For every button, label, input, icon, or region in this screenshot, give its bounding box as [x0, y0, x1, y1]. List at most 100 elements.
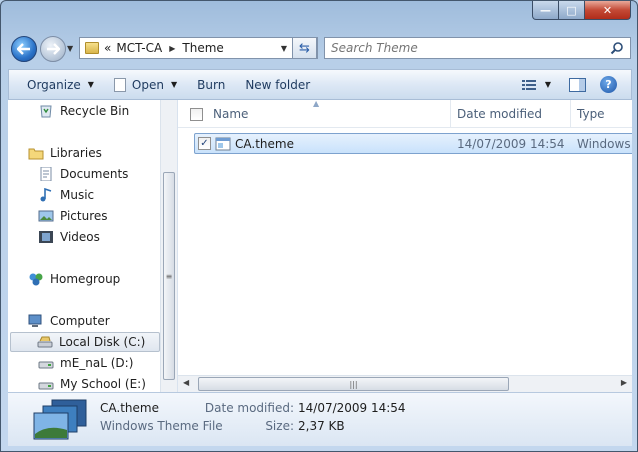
- forward-button[interactable]: [40, 36, 66, 62]
- column-label: Date modified: [457, 107, 543, 121]
- help-icon[interactable]: ?: [600, 76, 617, 93]
- details-size-label: Size:: [265, 419, 294, 433]
- documents-icon: [40, 167, 52, 181]
- nav-item-music[interactable]: Music: [38, 185, 177, 205]
- breadcrumb-segment[interactable]: MCT-CA: [116, 41, 162, 55]
- videos-icon: [39, 231, 53, 243]
- open-label: Open: [131, 77, 164, 92]
- back-button[interactable]: [11, 36, 37, 62]
- homegroup-icon: [29, 273, 43, 286]
- file-date-modified: 14/07/2009 14:54: [457, 136, 565, 151]
- details-file-name: CA.theme: [100, 401, 159, 415]
- breadcrumb-segment[interactable]: Theme: [182, 41, 223, 55]
- nav-label: Recycle Bin: [60, 104, 130, 118]
- file-list: ▲ Name Date modified Type ✓ CA.theme 14/…: [178, 100, 632, 392]
- caption-buttons: — □ ✕: [532, 1, 631, 20]
- refresh-button[interactable]: ⇆: [292, 37, 317, 59]
- minimize-button[interactable]: —: [532, 1, 559, 20]
- refresh-icon: ⇆: [299, 40, 310, 56]
- nav-label: Computer: [50, 314, 110, 328]
- column-header-row: ▲ Name Date modified Type: [178, 100, 632, 128]
- nav-item-drive-d[interactable]: mE_naL (D:): [38, 353, 177, 373]
- new-folder-button[interactable]: New folder: [235, 70, 320, 99]
- nav-label: Videos: [60, 230, 100, 244]
- forward-arrow-icon: [47, 43, 60, 55]
- nav-item-videos[interactable]: Videos: [38, 227, 177, 247]
- file-name-cell[interactable]: CA.theme: [215, 134, 294, 153]
- drive-icon: [37, 336, 53, 348]
- select-all-checkbox[interactable]: [190, 107, 203, 121]
- nav-label: Documents: [60, 167, 129, 181]
- scroll-right-arrow-icon[interactable]: ▶: [621, 378, 627, 387]
- nav-label: Libraries: [50, 146, 102, 160]
- details-pane: CA.theme Windows Theme File Date modifie…: [8, 392, 632, 446]
- search-box[interactable]: [324, 37, 631, 59]
- address-overflow[interactable]: «: [104, 41, 111, 55]
- nav-item-libraries[interactable]: Libraries: [28, 143, 177, 163]
- theme-file-icon: [215, 137, 231, 150]
- drive-icon: [38, 361, 54, 369]
- scrollbar-thumb[interactable]: ≡: [163, 172, 175, 380]
- file-checkbox[interactable]: ✓: [198, 137, 211, 150]
- views-dropdown[interactable]: ▼: [545, 80, 551, 89]
- nav-label: Local Disk (C:): [59, 335, 146, 349]
- close-button[interactable]: ✕: [585, 1, 631, 20]
- file-type: Windows T: [577, 136, 632, 151]
- file-list-horizontal-scrollbar[interactable]: ◀ ||| ▶: [178, 375, 632, 392]
- select-all-header[interactable]: [190, 100, 212, 128]
- search-icon[interactable]: [610, 41, 624, 55]
- open-button[interactable]: Open ▼: [104, 70, 187, 99]
- details-size-value: 2,37 KB: [298, 419, 345, 433]
- nav-label: mE_naL (D:): [60, 356, 134, 370]
- preview-pane-icon[interactable]: [569, 77, 586, 92]
- recycle-bin-icon: [40, 105, 52, 118]
- address-bar[interactable]: « MCT-CA ▶ Theme ▼ ⇆: [79, 37, 318, 59]
- scroll-left-arrow-icon[interactable]: ◀: [183, 378, 189, 387]
- nav-item-local-disk-c[interactable]: Local Disk (C:): [10, 332, 160, 352]
- file-type-cell: Windows T: [577, 134, 632, 153]
- nav-label: Pictures: [60, 209, 108, 223]
- nav-item-homegroup[interactable]: Homegroup: [28, 269, 177, 289]
- nav-item-drive-e[interactable]: My School (E:): [38, 374, 177, 392]
- search-input[interactable]: [331, 41, 611, 55]
- theme-preview-icon: [33, 399, 87, 440]
- recent-pages-dropdown[interactable]: ▼: [67, 44, 73, 53]
- nav-item-pictures[interactable]: Pictures: [38, 206, 177, 226]
- file-checkbox-cell[interactable]: ✓: [198, 134, 211, 153]
- document-icon: [113, 77, 126, 92]
- chevron-down-icon: ▼: [87, 80, 94, 89]
- scrollbar-thumb[interactable]: |||: [198, 377, 509, 391]
- organize-button[interactable]: Organize ▼: [17, 70, 104, 99]
- nav-pane-scrollbar[interactable]: ≡: [160, 100, 177, 392]
- breadcrumb-chevron-icon[interactable]: ▶: [169, 44, 175, 53]
- nav-item-recycle-bin[interactable]: Recycle Bin: [38, 101, 177, 121]
- details-date-label: Date modified:: [204, 401, 294, 415]
- pictures-icon: [38, 210, 54, 222]
- column-header-type[interactable]: Type: [571, 100, 632, 128]
- music-icon: [40, 188, 52, 202]
- burn-button[interactable]: Burn: [187, 70, 235, 99]
- nav-label: Homegroup: [50, 272, 121, 286]
- explorer-window: — □ ✕ ▼ « MCT-CA ▶ Theme ▼ ⇆ Organize ▼ O…: [0, 0, 638, 452]
- nav-label: Music: [60, 188, 95, 202]
- back-arrow-icon: [17, 43, 30, 55]
- navigation-pane: Recycle Bin Libraries Documents Music Pi…: [8, 100, 178, 392]
- file-date-cell: 14/07/2009 14:54: [457, 134, 565, 153]
- libraries-icon: [28, 148, 44, 160]
- column-label: Name: [213, 107, 249, 121]
- maximize-button[interactable]: □: [559, 1, 585, 20]
- burn-label: Burn: [197, 77, 226, 92]
- column-header-date-modified[interactable]: Date modified: [451, 100, 571, 128]
- nav-item-documents[interactable]: Documents: [38, 164, 177, 184]
- file-name: CA.theme: [235, 136, 294, 151]
- nav-item-computer[interactable]: Computer: [28, 311, 177, 331]
- file-row[interactable]: ✓ CA.theme 14/07/2009 14:54 Windows T: [194, 133, 632, 154]
- column-header-name[interactable]: Name: [212, 100, 451, 128]
- change-view-icon[interactable]: [521, 79, 536, 91]
- toolbar-right: ▼ ?: [521, 70, 631, 99]
- address-dropdown[interactable]: ▼: [277, 38, 291, 58]
- new-folder-label: New folder: [245, 77, 311, 92]
- folder-icon: [85, 42, 99, 54]
- drive-icon: [38, 382, 54, 390]
- computer-icon: [28, 314, 42, 327]
